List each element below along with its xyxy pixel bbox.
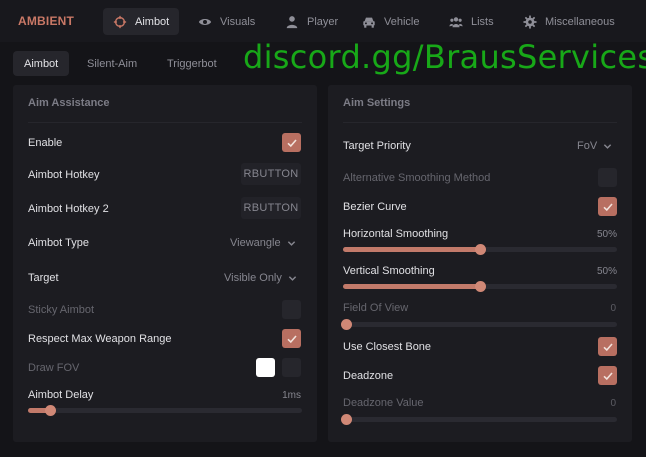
- hotkey-button[interactable]: RBUTTON: [241, 163, 301, 185]
- top-bar: AMBIENT Aimbot Visuals Player Vehicle Li…: [0, 0, 646, 42]
- vertical-smoothing-label: Vertical Smoothing: [343, 265, 435, 277]
- aimbot-delay-label: Aimbot Delay: [28, 389, 94, 401]
- bezier-curve-label: Bezier Curve: [343, 201, 407, 213]
- check-icon: [286, 334, 297, 343]
- hotkey2-label: Aimbot Hotkey 2: [28, 203, 109, 215]
- fov-color-swatch[interactable]: [256, 358, 275, 377]
- app-brand: AMBIENT: [18, 14, 75, 28]
- horizontal-smoothing-label: Horizontal Smoothing: [343, 228, 449, 240]
- sticky-aimbot-label: Sticky Aimbot: [28, 304, 95, 316]
- tab-label: Lists: [471, 15, 494, 28]
- users-icon: [449, 15, 463, 29]
- draw-fov-checkbox[interactable]: [282, 358, 301, 377]
- target-priority-dropdown[interactable]: FoV: [577, 140, 612, 152]
- alt-smoothing-checkbox[interactable]: [598, 168, 617, 187]
- target-value: Visible Only: [224, 272, 282, 284]
- tab-aimbot[interactable]: Aimbot: [103, 8, 180, 35]
- field-of-view-slider[interactable]: [341, 319, 617, 330]
- chevron-down-icon: [604, 143, 612, 149]
- panel-title: Aim Settings: [343, 97, 411, 109]
- bezier-curve-checkbox[interactable]: [598, 197, 617, 216]
- aimbot-type-dropdown[interactable]: Viewangle: [230, 237, 296, 249]
- slider-handle[interactable]: [341, 319, 352, 330]
- crosshair-icon: [113, 15, 127, 29]
- tab-lists[interactable]: Lists: [439, 8, 504, 35]
- deadzone-checkbox[interactable]: [598, 366, 617, 385]
- panel-title: Aim Assistance: [28, 97, 110, 109]
- aim-settings-panel: Aim Settings Target Priority FoV Alterna…: [328, 85, 632, 442]
- horizontal-smoothing-slider[interactable]: [343, 244, 617, 255]
- car-icon: [362, 15, 376, 29]
- slider-handle[interactable]: [45, 405, 56, 416]
- draw-fov-label: Draw FOV: [28, 362, 80, 374]
- aimbot-delay-slider[interactable]: [28, 405, 302, 416]
- deadzone-value-slider[interactable]: [341, 414, 617, 425]
- gear-icon: [523, 14, 537, 29]
- hotkey-label: Aimbot Hotkey: [28, 169, 100, 181]
- target-priority-label: Target Priority: [343, 140, 411, 152]
- field-of-view-label: Field Of View: [343, 302, 409, 314]
- target-label: Target: [28, 272, 59, 284]
- slider-fill: [343, 284, 480, 289]
- deadzone-label: Deadzone: [343, 370, 394, 382]
- closest-bone-checkbox[interactable]: [598, 337, 617, 356]
- tab-miscellaneous[interactable]: Miscellaneous: [513, 8, 625, 35]
- slider-handle[interactable]: [475, 244, 486, 255]
- subtab-silent-aim[interactable]: Silent-Aim: [76, 51, 148, 76]
- divider: [28, 122, 302, 123]
- tab-label: Miscellaneous: [545, 15, 615, 28]
- tab-label: Player: [307, 15, 339, 28]
- respect-range-checkbox[interactable]: [282, 329, 301, 348]
- aim-assistance-panel: Aim Assistance Enable Aimbot Hotkey RBUT…: [13, 85, 317, 442]
- aimbot-delay-value: 1ms: [282, 390, 301, 401]
- chevron-down-icon: [288, 275, 297, 281]
- respect-range-label: Respect Max Weapon Range: [28, 333, 172, 345]
- tab-label: Aimbot: [135, 15, 170, 28]
- field-of-view-value: 0: [610, 303, 616, 314]
- closest-bone-label: Use Closest Bone: [343, 341, 432, 353]
- alt-smoothing-label: Alternative Smoothing Method: [343, 172, 491, 184]
- slider-handle[interactable]: [475, 281, 486, 292]
- subtab-triggerbot[interactable]: Triggerbot: [156, 51, 228, 76]
- enable-label: Enable: [28, 137, 63, 149]
- horizontal-smoothing-value: 50%: [596, 229, 617, 240]
- check-icon: [602, 202, 613, 211]
- tab-vehicle[interactable]: Vehicle: [352, 8, 429, 35]
- user-icon: [285, 15, 299, 29]
- eye-icon: [198, 15, 212, 29]
- tab-label: Vehicle: [384, 15, 420, 28]
- check-icon: [602, 371, 613, 380]
- vertical-smoothing-value: 50%: [596, 266, 617, 277]
- vertical-smoothing-slider[interactable]: [343, 281, 617, 292]
- chevron-down-icon: [287, 240, 295, 246]
- sticky-aimbot-checkbox[interactable]: [282, 300, 301, 319]
- target-priority-value: FoV: [577, 140, 598, 152]
- slider-handle[interactable]: [341, 414, 352, 425]
- aimbot-type-label: Aimbot Type: [28, 237, 89, 249]
- tab-player[interactable]: Player: [275, 8, 348, 35]
- aimbot-type-value: Viewangle: [230, 237, 281, 249]
- slider-fill: [343, 247, 480, 252]
- check-icon: [602, 342, 613, 351]
- tab-label: Visuals: [220, 15, 256, 28]
- tab-visuals[interactable]: Visuals: [188, 8, 265, 35]
- subtab-aimbot[interactable]: Aimbot: [13, 51, 70, 76]
- watermark-text: discord.gg/BrausServices: [243, 38, 646, 76]
- enable-checkbox[interactable]: [282, 133, 301, 152]
- deadzone-value-label: Deadzone Value: [343, 397, 424, 409]
- target-dropdown[interactable]: Visible Only: [224, 272, 297, 284]
- check-icon: [286, 138, 297, 147]
- deadzone-value-value: 0: [610, 398, 616, 409]
- divider: [343, 122, 617, 123]
- hotkey2-button[interactable]: RBUTTON: [241, 197, 301, 219]
